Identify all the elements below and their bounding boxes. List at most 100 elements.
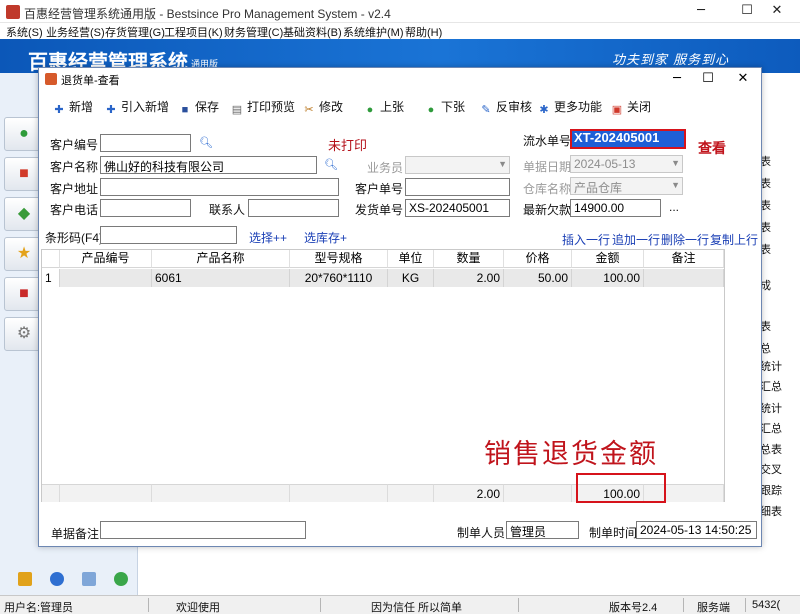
- serial-number-field[interactable]: XT-202405001: [572, 131, 684, 147]
- grid-header-spec[interactable]: 型号规格: [290, 250, 388, 268]
- right-report-label[interactable]: 跟踪: [760, 482, 782, 498]
- right-report-label[interactable]: 汇总: [760, 378, 782, 394]
- import-add-button[interactable]: ✚ 引入新增: [104, 98, 169, 116]
- select-link[interactable]: 选择++: [249, 229, 287, 246]
- more-functions-icon: ✱: [539, 104, 549, 116]
- unaudit-button[interactable]: ✎ 反审核: [479, 98, 532, 116]
- print-status-text: 未打印: [328, 138, 368, 153]
- cell-product-code[interactable]: [60, 269, 152, 287]
- customer-name-label: 客户名称: [50, 160, 99, 174]
- remark-field[interactable]: [100, 521, 306, 539]
- latest-debt-label: 最新欠款: [523, 203, 572, 217]
- cell-spec[interactable]: 20*760*1110: [290, 269, 388, 287]
- cell-price[interactable]: 50.00: [504, 269, 572, 287]
- previous-icon: ●: [366, 104, 374, 116]
- right-report-label[interactable]: 交叉: [760, 461, 782, 477]
- date-value: 2024-05-13: [574, 157, 636, 171]
- refresh-icon[interactable]: [114, 572, 128, 586]
- customer-order-field[interactable]: [405, 178, 510, 196]
- status-divider: [320, 598, 321, 612]
- customer-phone-field[interactable]: [100, 199, 191, 217]
- folder-icon[interactable]: [18, 572, 32, 586]
- grid-header-price[interactable]: 价格: [504, 250, 572, 268]
- menu-help[interactable]: 帮助(H): [405, 24, 442, 40]
- menu-maintenance[interactable]: 系统维护(M): [343, 24, 404, 40]
- return-order-dialog: 退货单-查看 ─ ☐ ✕ ✚ 新增 ✚ 引入新增 ■ 保存 ▤ 打印预览 ✂ 修改 ● 上张…: [38, 67, 762, 547]
- unaudit-button-label: 反审核: [496, 100, 533, 114]
- barcode-field[interactable]: [100, 226, 237, 244]
- delete-row-link[interactable]: 删除一行: [661, 231, 709, 248]
- copy-row-link[interactable]: 复制上行: [710, 231, 758, 248]
- clock-icon[interactable]: [50, 572, 64, 586]
- close-icon: ▣: [611, 104, 623, 116]
- right-report-label[interactable]: 细表: [760, 503, 782, 519]
- add-icon: ✚: [54, 104, 64, 116]
- customer-code-field[interactable]: [100, 134, 191, 152]
- cell-remark[interactable]: [644, 269, 724, 287]
- menu-projects[interactable]: 工程项目(K): [164, 24, 223, 40]
- search-icon[interactable]: 🔍︎: [324, 158, 338, 172]
- cell-quantity[interactable]: 2.00: [434, 269, 504, 287]
- menu-business[interactable]: 业务经营(S): [46, 24, 105, 40]
- grid-header-quantity[interactable]: 数量: [434, 250, 504, 268]
- date-picker[interactable]: 2024-05-13 ▼: [570, 155, 683, 173]
- menu-system[interactable]: 系统(S): [6, 24, 43, 40]
- grid-header-product-name[interactable]: 产品名称: [152, 250, 290, 268]
- dialog-close-button[interactable]: ✕: [727, 68, 759, 90]
- chevron-down-icon: ▼: [671, 158, 680, 168]
- next-button[interactable]: ● 下张: [424, 98, 465, 116]
- print-preview-icon: ▤: [231, 104, 243, 116]
- serial-number-label: 流水单号: [523, 134, 572, 148]
- cell-product-name[interactable]: 6061: [152, 269, 290, 287]
- maker-label: 制单人员: [457, 526, 506, 540]
- cell-unit[interactable]: KG: [388, 269, 434, 287]
- print-preview-button[interactable]: ▤ 打印预览: [230, 98, 295, 116]
- right-report-label[interactable]: 汇总: [760, 420, 782, 436]
- dialog-maximize-button[interactable]: ☐: [692, 68, 724, 90]
- footer-cell: [504, 484, 572, 502]
- edit-button[interactable]: ✂ 修改: [302, 98, 343, 116]
- right-report-label[interactable]: 总表: [760, 441, 782, 457]
- close-button[interactable]: ✕: [754, 0, 800, 23]
- grid-header-unit[interactable]: 单位: [388, 250, 434, 268]
- view-mode-text: 查看: [698, 141, 726, 157]
- previous-button-label: 上张: [380, 100, 405, 114]
- grid-header-amount[interactable]: 金额: [572, 250, 644, 268]
- more-options-button[interactable]: ...: [669, 200, 679, 214]
- menu-finance[interactable]: 财务管理(C): [224, 24, 283, 40]
- status-motto: 因为信任 所以简单: [371, 602, 463, 614]
- cell-amount[interactable]: 100.00: [572, 269, 644, 287]
- maker-field[interactable]: 管理员: [506, 521, 579, 539]
- save-button[interactable]: ■ 保存: [178, 98, 219, 116]
- add-button[interactable]: ✚ 新增: [52, 98, 93, 116]
- customer-name-field[interactable]: 佛山好的科技有限公司: [100, 156, 317, 174]
- previous-button[interactable]: ● 上张: [363, 98, 404, 116]
- customer-address-field[interactable]: [100, 178, 339, 196]
- status-divider: [518, 598, 519, 612]
- close-dialog-button[interactable]: ▣ 关闭: [610, 98, 651, 116]
- search-icon[interactable]: 🔍︎: [199, 136, 213, 150]
- menu-basic-data[interactable]: 基础资料(B): [283, 24, 342, 40]
- footer-cell: [152, 484, 290, 502]
- right-report-label[interactable]: 统计: [760, 358, 782, 374]
- time-field[interactable]: 2024-05-13 14:50:25: [636, 521, 757, 539]
- contact-field[interactable]: [248, 199, 339, 217]
- grid-header-product-code[interactable]: 产品编号: [60, 250, 152, 268]
- select-stock-link[interactable]: 选库存+: [304, 229, 347, 246]
- print-preview-button-label: 打印预览: [247, 100, 296, 114]
- computer-icon[interactable]: [82, 572, 96, 586]
- minimize-button[interactable]: ─: [678, 0, 724, 23]
- ship-no-field[interactable]: XS-202405001: [405, 199, 510, 217]
- insert-row-link[interactable]: 插入一行: [562, 231, 610, 248]
- more-functions-button[interactable]: ✱ 更多功能: [537, 98, 602, 116]
- grid-header-remark[interactable]: 备注: [644, 250, 724, 268]
- right-report-label[interactable]: 统计: [760, 400, 782, 416]
- warehouse-select[interactable]: 产品仓库 ▼: [570, 177, 683, 195]
- status-divider: [148, 598, 149, 612]
- latest-debt-field[interactable]: 14900.00: [570, 199, 661, 217]
- salesman-select[interactable]: ▼: [405, 156, 510, 174]
- append-row-link[interactable]: 追加一行: [612, 231, 660, 248]
- dialog-minimize-button[interactable]: ─: [661, 68, 693, 90]
- chevron-down-icon: ▼: [671, 180, 680, 190]
- menu-inventory[interactable]: 存货管理(G): [105, 24, 165, 40]
